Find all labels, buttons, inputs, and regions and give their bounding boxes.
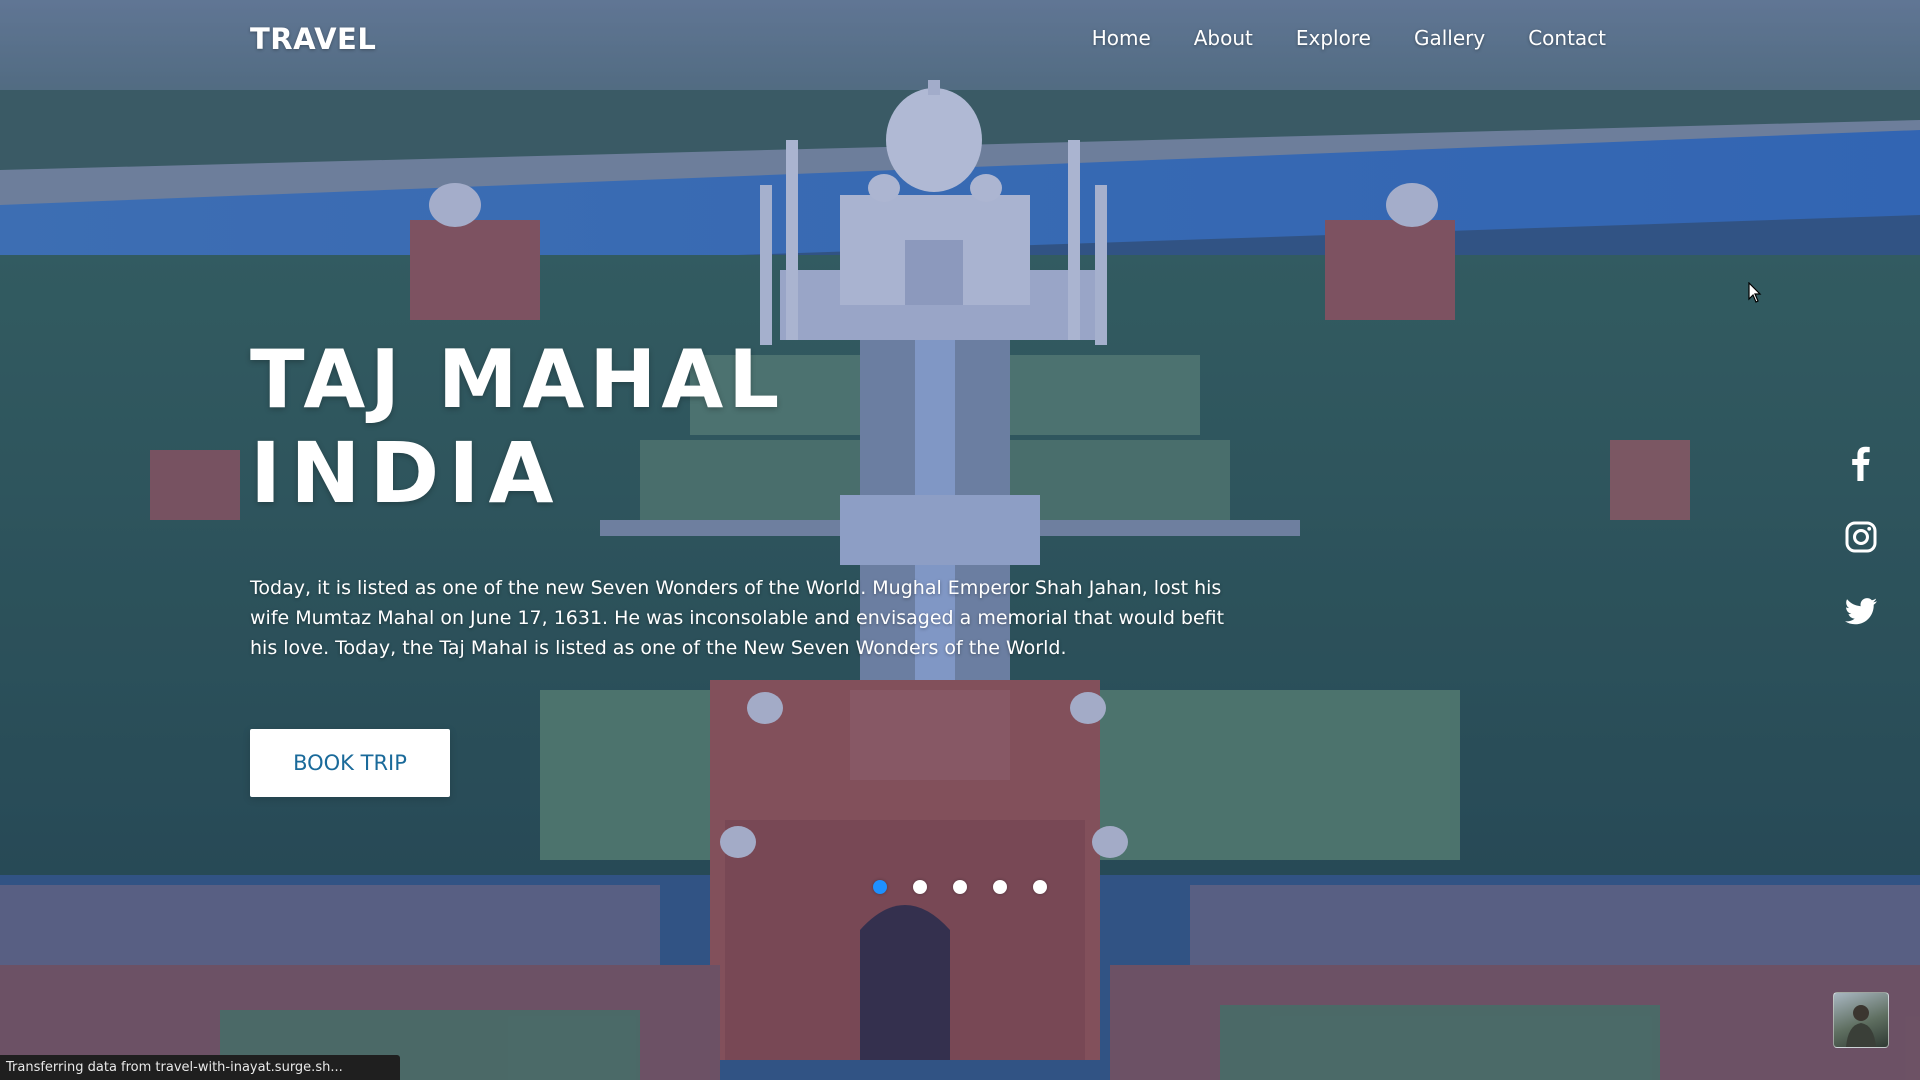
slider-dots <box>873 880 1047 894</box>
social-links <box>1843 445 1879 629</box>
hero-subtitle: INDIA <box>250 424 563 522</box>
browser-status-bar: Transferring data from travel-with-inaya… <box>0 1055 400 1080</box>
facebook-icon[interactable] <box>1843 445 1879 481</box>
slider-dot-5[interactable] <box>1033 880 1047 894</box>
main-nav: Home About Explore Gallery Contact <box>1092 26 1606 50</box>
avatar-thumbnail[interactable] <box>1833 992 1889 1048</box>
book-trip-button[interactable]: BOOK TRIP <box>250 729 450 797</box>
slider-dot-1[interactable] <box>873 880 887 894</box>
nav-gallery-link[interactable]: Gallery <box>1414 26 1485 50</box>
hero-description: Today, it is listed as one of the new Se… <box>250 577 1225 659</box>
nav-explore-link[interactable]: Explore <box>1296 26 1371 50</box>
nav-contact-link[interactable]: Contact <box>1528 26 1606 50</box>
site-logo[interactable]: TRAVEL <box>250 22 376 56</box>
hero-title: TAJ MAHAL <box>250 333 785 426</box>
slider-dot-3[interactable] <box>953 880 967 894</box>
slider-dot-4[interactable] <box>993 880 1007 894</box>
page: TRAVEL Home About Explore Gallery Contac… <box>0 0 1920 1080</box>
mouse-cursor-icon <box>1748 282 1762 303</box>
slider-dot-2[interactable] <box>913 880 927 894</box>
nav-about-link[interactable]: About <box>1194 26 1253 50</box>
instagram-icon[interactable] <box>1843 519 1879 555</box>
nav-home-link[interactable]: Home <box>1092 26 1151 50</box>
hero-content: TAJ MAHAL INDIA Today, it is listed as o… <box>250 335 1270 682</box>
twitter-icon[interactable] <box>1843 593 1879 629</box>
person-icon <box>1846 1005 1876 1047</box>
